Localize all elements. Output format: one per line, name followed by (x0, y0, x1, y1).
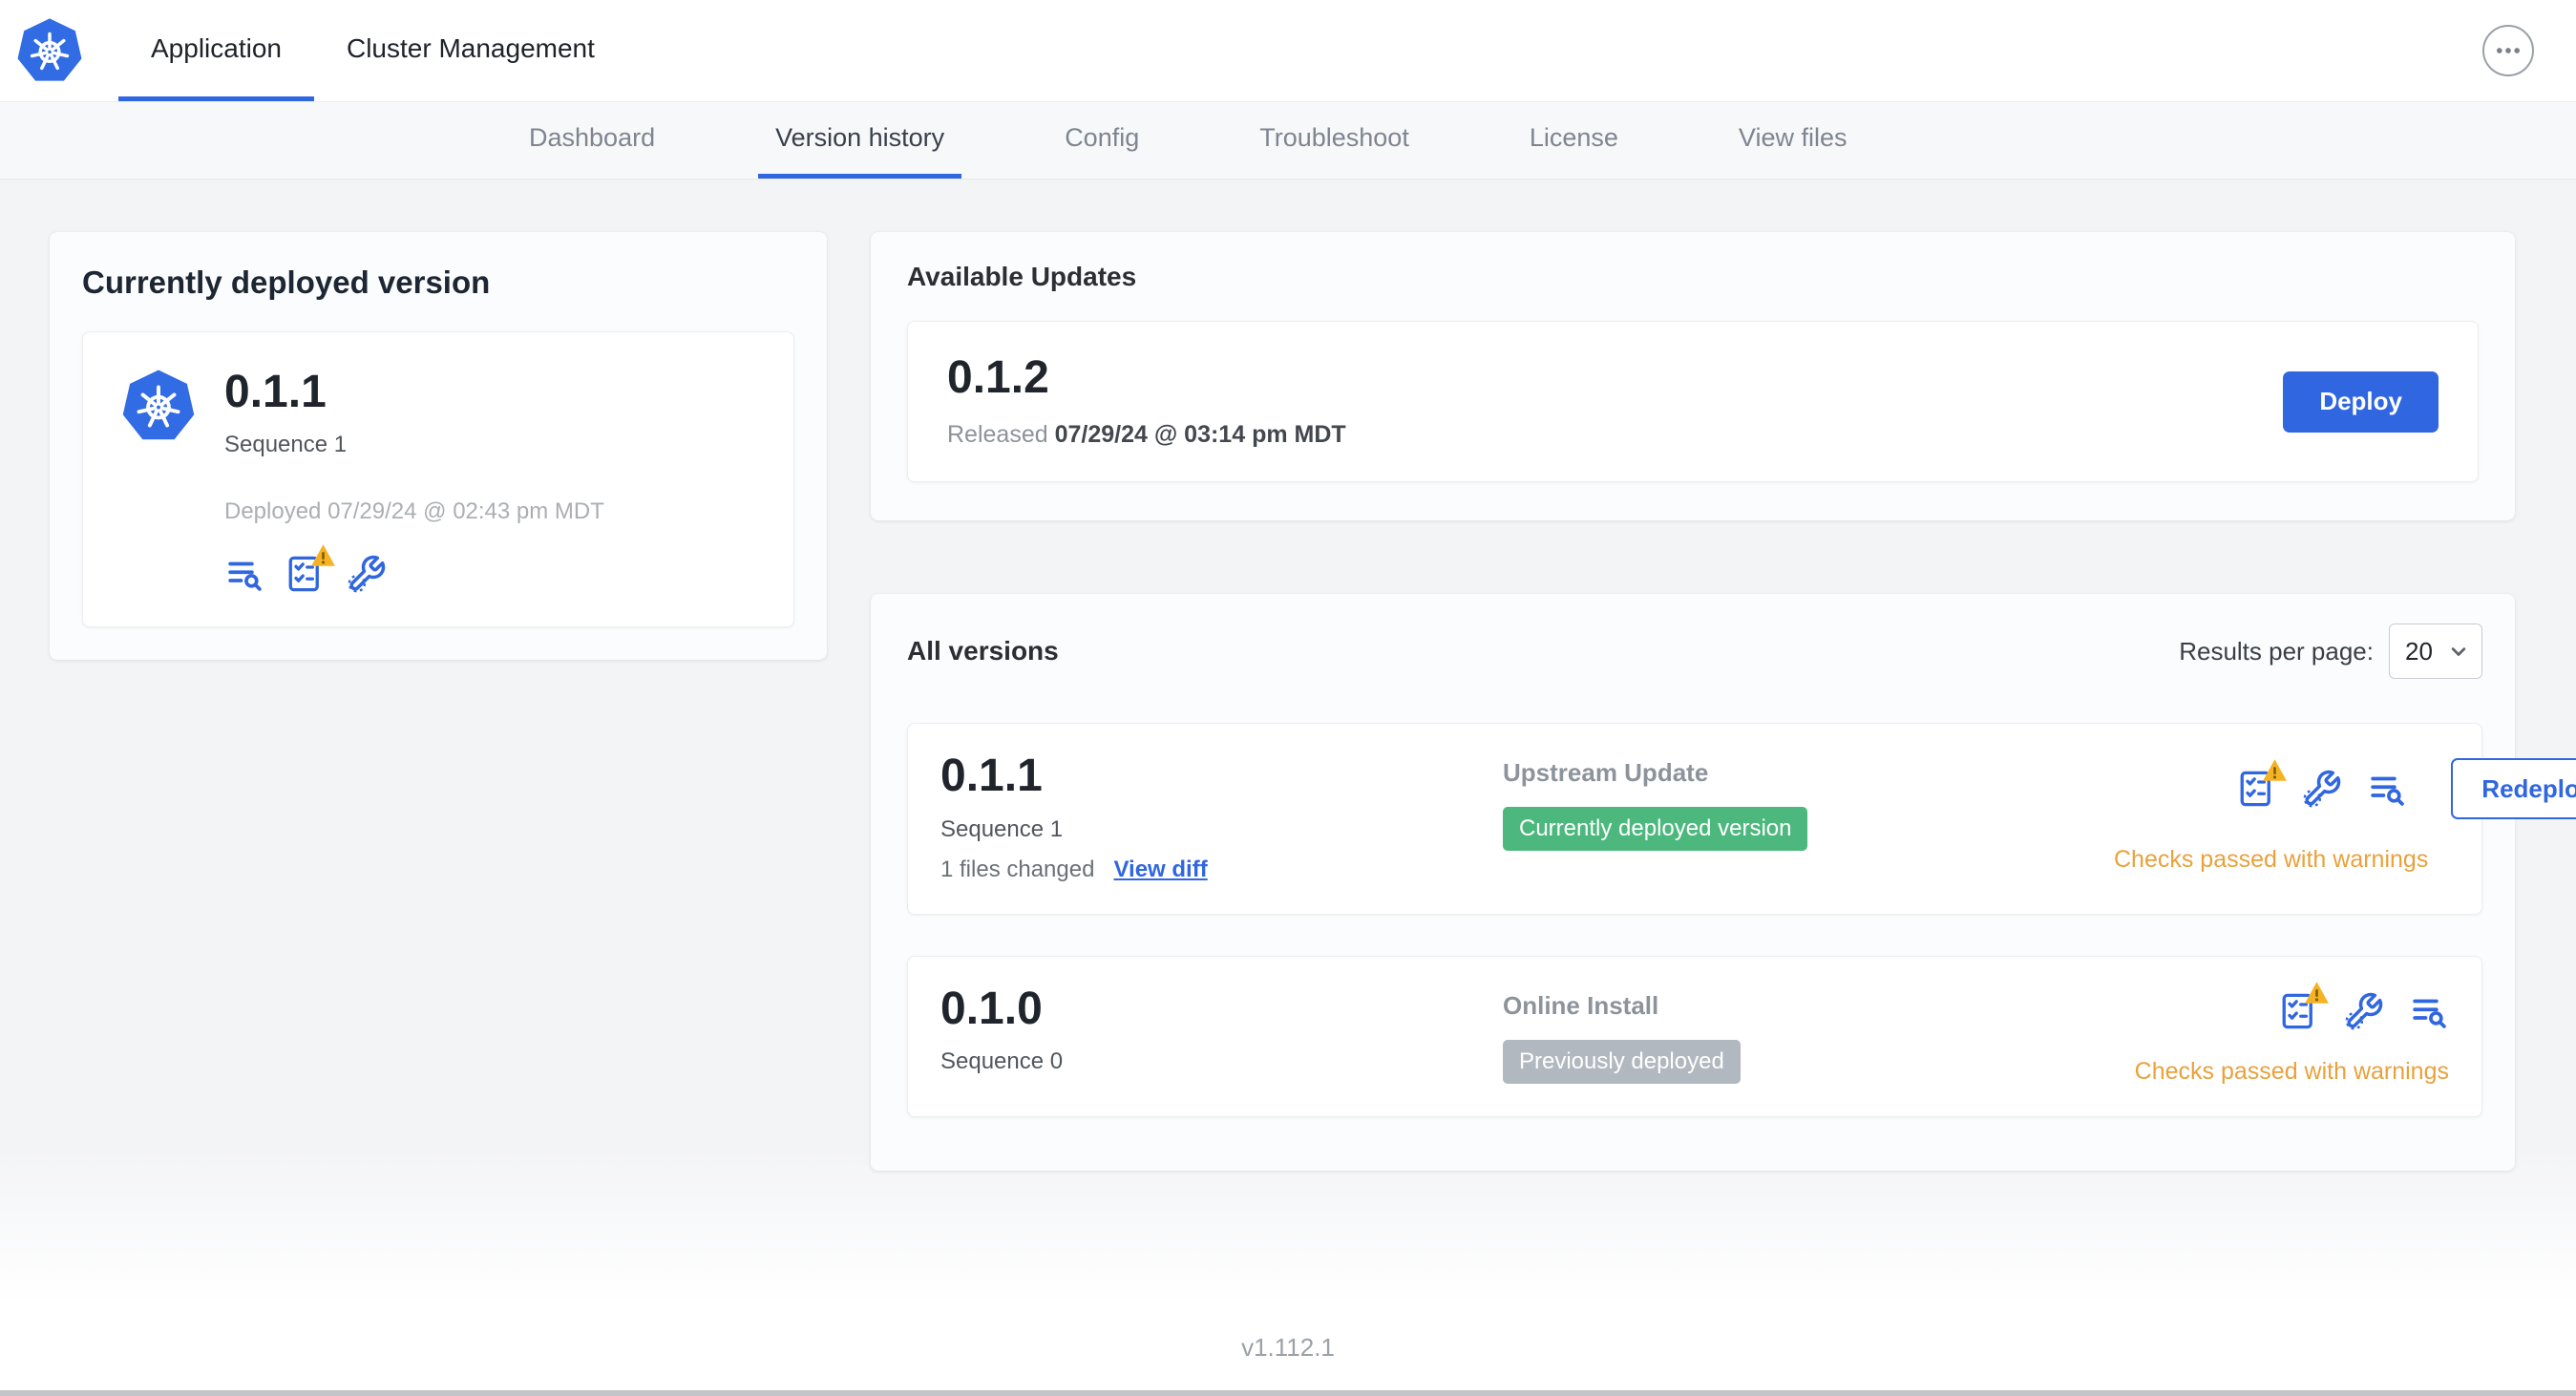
config-wrench-icon[interactable] (347, 554, 387, 594)
checks-status-text: Checks passed with warnings (2114, 846, 2429, 874)
version-actions-block: Redeploy Checks passed with warnings (2114, 752, 2576, 874)
version-sequence: Sequence 0 (940, 1048, 1064, 1075)
overflow-menu-button[interactable] (2482, 25, 2534, 76)
update-info: 0.1.2 Released 07/29/24 @ 03:14 pm MDT (947, 352, 1346, 449)
version-row-info: 0.1.1 Sequence 1 1 files changed View di… (940, 751, 1503, 883)
version-sequence: Sequence 1 (940, 815, 1064, 842)
version-source: Online Install (1503, 990, 1659, 1020)
update-released-line: Released 07/29/24 @ 03:14 pm MDT (947, 421, 1346, 449)
warning-triangle-icon (310, 543, 336, 567)
deployed-sequence: Sequence 1 (224, 432, 348, 458)
top-header: Application Cluster Management (0, 0, 2576, 102)
top-tab-application[interactable]: Application (118, 0, 314, 101)
release-notes-icon[interactable] (2367, 769, 2407, 809)
bottom-edge (0, 1390, 2576, 1396)
app-subnav: Dashboard Version history Config Trouble… (0, 102, 2576, 180)
warning-triangle-icon (2304, 981, 2330, 1005)
results-per-page-label: Results per page: (2179, 636, 2374, 666)
subnav-item-config[interactable]: Config (1047, 102, 1156, 179)
files-changed-line: 1 files changed View diff (940, 857, 1503, 883)
version-row-0-1-1: 0.1.1 Sequence 1 1 files changed View di… (907, 723, 2576, 915)
chevron-down-icon (2445, 638, 2472, 665)
released-timestamp: 07/29/24 @ 03:14 pm MDT (1054, 421, 1346, 449)
subnav-item-version-history[interactable]: Version history (758, 102, 962, 179)
app-logo-icon (121, 369, 196, 443)
deployed-timestamp: Deployed 07/29/24 @ 02:43 pm MDT (224, 498, 604, 525)
main-content: Currently deployed version 0.1.1 Sequenc… (0, 180, 2576, 1304)
available-updates-title: Available Updates (907, 262, 1137, 291)
all-versions-header: All versions Results per page: 20 (907, 624, 2482, 680)
preflight-checks-warning-icon[interactable] (2279, 991, 2319, 1031)
version-source: Upstream Update (1503, 758, 1709, 788)
files-changed-count: 1 files changed (940, 856, 1095, 882)
version-actions-row (2279, 991, 2449, 1031)
deploy-button[interactable]: Deploy (2283, 370, 2439, 433)
redeploy-button[interactable]: Redeploy (2451, 758, 2576, 820)
results-per-page-select[interactable]: 20 (2389, 624, 2482, 680)
kubernetes-logo-icon (16, 17, 83, 84)
view-diff-link[interactable]: View diff (1113, 857, 1207, 883)
version-number: 0.1.0 (940, 983, 1043, 1034)
warning-triangle-icon (2262, 758, 2288, 782)
all-versions-title: All versions (907, 636, 1059, 666)
deployed-icon-row (224, 554, 604, 594)
version-row-info: 0.1.0 Sequence 0 (940, 983, 1503, 1075)
released-label: Released (947, 421, 1048, 449)
release-notes-icon[interactable] (2409, 991, 2449, 1031)
available-updates-card: Available Updates 0.1.2 Released 07/29/2… (871, 232, 2515, 521)
top-nav: Application Cluster Management (118, 0, 627, 101)
release-notes-icon[interactable] (224, 554, 264, 594)
currently-deployed-card: Currently deployed version 0.1.1 Sequenc… (50, 232, 827, 661)
version-source-block: Online Install Previously deployed (1503, 985, 2114, 1084)
deployed-version-number: 0.1.1 (224, 367, 327, 417)
subnav-item-view-files[interactable]: View files (1721, 102, 1865, 179)
config-wrench-icon[interactable] (2302, 769, 2342, 809)
config-wrench-icon[interactable] (2344, 991, 2384, 1031)
version-actions-block: Checks passed with warnings (2135, 985, 2449, 1086)
footer: v1.112.1 (0, 1304, 2576, 1390)
previously-deployed-badge: Previously deployed (1503, 1039, 1741, 1084)
checks-status-text: Checks passed with warnings (2134, 1057, 2449, 1085)
ellipsis-icon (2492, 34, 2524, 67)
deployed-version-info: 0.1.1 Sequence 1 Deployed 07/29/24 @ 02:… (224, 367, 604, 594)
console-version-text: v1.112.1 (1241, 1332, 1335, 1362)
update-row: 0.1.2 Released 07/29/24 @ 03:14 pm MDT D… (907, 321, 2479, 483)
subnav-item-dashboard[interactable]: Dashboard (512, 102, 672, 179)
version-row-0-1-0: 0.1.0 Sequence 0 Online Install Previous… (907, 955, 2482, 1117)
version-source-block: Upstream Update Currently deployed versi… (1503, 752, 2114, 852)
update-version-number: 0.1.2 (947, 352, 1049, 403)
results-per-page: Results per page: 20 (2179, 624, 2482, 680)
top-tab-cluster-management[interactable]: Cluster Management (314, 0, 627, 101)
subnav-item-license[interactable]: License (1512, 102, 1636, 179)
right-column: Available Updates 0.1.2 Released 07/29/2… (871, 232, 2576, 1171)
results-per-page-value: 20 (2405, 636, 2433, 666)
preflight-checks-warning-icon[interactable] (2237, 769, 2277, 809)
currently-deployed-title: Currently deployed version (82, 264, 491, 300)
deployed-version-card: 0.1.1 Sequence 1 Deployed 07/29/24 @ 02:… (82, 331, 794, 628)
preflight-checks-warning-icon[interactable] (285, 554, 326, 594)
all-versions-card: All versions Results per page: 20 0.1.1 … (871, 594, 2576, 1171)
deployed-status-badge: Currently deployed version (1503, 807, 1808, 852)
subnav-item-troubleshoot[interactable]: Troubleshoot (1242, 102, 1426, 179)
version-number: 0.1.1 (940, 751, 1043, 802)
version-actions-row: Redeploy (2237, 758, 2576, 820)
